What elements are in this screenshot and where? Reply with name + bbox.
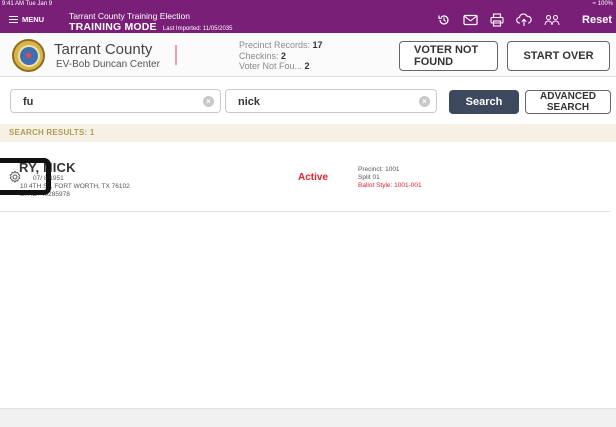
results-bar: SEARCH RESULTS: 1 (0, 124, 616, 142)
status-bar-right: ≈ 100% (593, 0, 613, 8)
bottom-strip (0, 408, 616, 427)
status-bar-left: 9:41 AM Tue Jan 9 (2, 0, 52, 8)
first-name-input[interactable] (238, 95, 388, 109)
clear-first-name-icon[interactable]: × (419, 96, 430, 107)
stat-precinct-records: Precinct Records: 17 (239, 40, 323, 50)
last-imported: Last Imported: 11/05/2035 (162, 26, 233, 32)
history-icon[interactable] (437, 13, 451, 27)
hamburger-icon (9, 16, 18, 23)
precinct-split: Split 01 (358, 174, 380, 181)
election-title: Tarrant County Training Election (69, 11, 190, 21)
battery-level: 100% (597, 1, 613, 7)
seal-star-icon: ★ (17, 44, 40, 67)
precinct-number: Precinct: 1001 (358, 166, 400, 173)
county-seal-logo: ★ (12, 39, 45, 72)
stat-voter-not-found: Voter Not Fou... 2 (239, 61, 310, 71)
status-time: 9:41 AM (2, 1, 25, 7)
gear-icon[interactable] (8, 170, 22, 184)
advanced-search-button[interactable]: ADVANCED SEARCH (525, 90, 611, 114)
stat-checkins: Checkins: 2 (239, 50, 287, 61)
toolbar-icons (437, 13, 560, 27)
status-badge: Active (298, 172, 329, 183)
last-name-field: × (10, 89, 221, 113)
accent-divider (175, 45, 177, 65)
users-icon[interactable] (544, 14, 560, 26)
menu-button[interactable]: MENU (9, 15, 44, 24)
printer-icon[interactable] (490, 13, 504, 27)
row-divider (0, 211, 610, 212)
result-row[interactable]: RY, NICK 07/ 8/1951 10 4TH ST, FORT WORT… (0, 142, 616, 212)
wifi-icon: ≈ (592, 1, 596, 7)
status-date: Tue Jan 9 (25, 1, 53, 7)
training-mode-label: TRAINING MODE (69, 21, 157, 33)
menu-label: MENU (22, 15, 45, 24)
settings-highlight[interactable] (0, 158, 51, 195)
county-name: Tarrant County (54, 41, 153, 58)
reset-button[interactable]: Reset (582, 14, 612, 26)
precinct-info: Precinct: 1001 Split 01 Ballot Style: 10… (358, 166, 422, 190)
top-bar: 9:41 AM Tue Jan 9 ≈ 100% MENU Tarrant Co… (0, 0, 616, 33)
first-name-field: × (225, 89, 437, 113)
last-name-input[interactable] (23, 95, 173, 109)
start-over-button[interactable]: START OVER (507, 41, 610, 71)
location-header: ★ Tarrant County EV-Bob Duncan Center Pr… (0, 33, 616, 77)
search-results-count: SEARCH RESULTS: 1 (9, 128, 95, 137)
center-name: EV-Bob Duncan Center (56, 59, 160, 70)
mail-icon[interactable] (463, 14, 478, 26)
voter-not-found-button[interactable]: VOTER NOT FOUND (399, 41, 498, 71)
search-row: × × Search ADVANCED SEARCH (0, 78, 616, 124)
precinct-stats: Precinct Records: 17 Checkins: 2 Voter N… (239, 40, 323, 72)
cloud-upload-icon[interactable] (516, 13, 532, 27)
election-title-block: Tarrant County Training Election TRAININ… (69, 11, 233, 35)
search-button[interactable]: Search (449, 90, 519, 114)
app-screen: 9:41 AM Tue Jan 9 ≈ 100% MENU Tarrant Co… (0, 0, 616, 427)
clear-last-name-icon[interactable]: × (203, 96, 214, 107)
ballot-style: Ballot Style: 1001-001 (358, 182, 422, 189)
